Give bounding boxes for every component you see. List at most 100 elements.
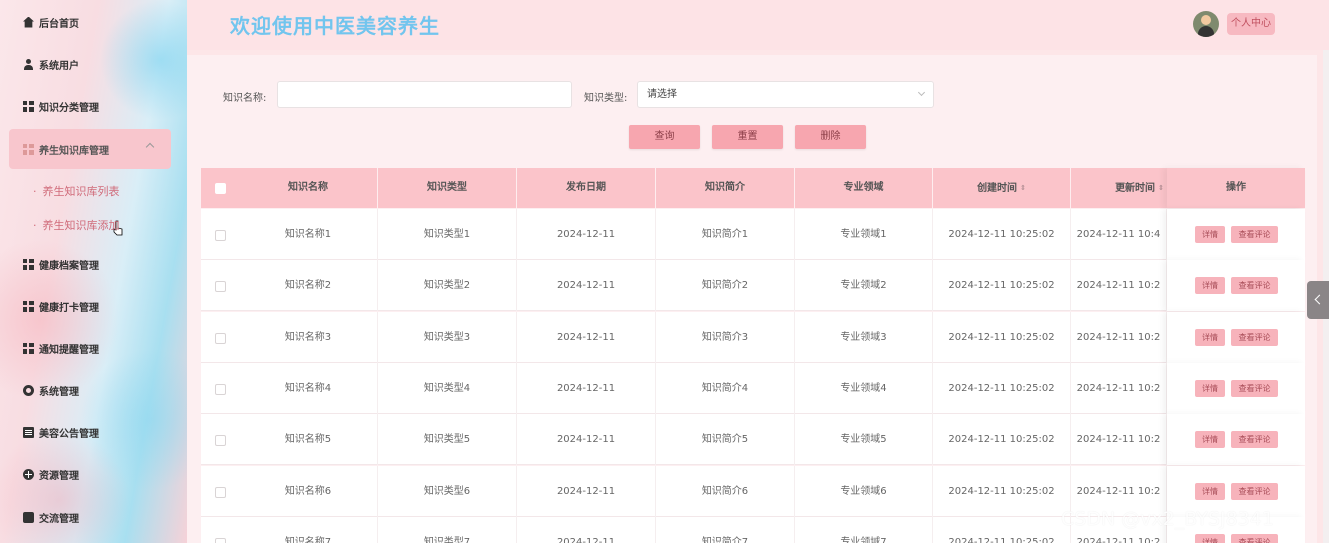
type-filter-label: 知识类型: (584, 93, 628, 104)
sidebar-item-label: 系统管理 (39, 386, 79, 398)
sidebar-item-communication[interactable]: 交流管理 (0, 497, 187, 537)
cell-field: 专业领域6 (795, 465, 933, 517)
submenu-item-knowledge-add[interactable]: 养生知识库添加 (33, 217, 120, 233)
chevron-up-icon (145, 142, 155, 152)
cell-created: 2024-12-11 10:25:02 (933, 414, 1071, 466)
row-checkbox[interactable] (215, 230, 226, 241)
cell-created: 2024-12-11 10:25:02 (933, 260, 1071, 312)
delete-button[interactable]: 删除 (795, 125, 866, 149)
cell-ops: 详情 查看评论 (1167, 414, 1305, 466)
column-header-ops: 操作 (1167, 168, 1305, 208)
name-search-input[interactable] (277, 81, 572, 108)
table-row: 知识名称1 知识类型1 2024-12-11 知识简介1 专业领域1 2024-12-11… (201, 209, 1305, 260)
cell-updated: 2024-12-11 10:2 (1071, 311, 1167, 363)
cell-type: 知识类型7 (378, 516, 517, 543)
cell-type: 知识类型1 (378, 209, 517, 260)
grid-icon (23, 300, 34, 312)
collapse-panel-button[interactable] (1307, 281, 1329, 319)
detail-button[interactable]: 详情 (1195, 533, 1225, 543)
cell-name: 知识名称1 (239, 209, 378, 260)
sort-icon: ⇕ (1158, 184, 1164, 192)
cell-name: 知识名称5 (239, 414, 378, 466)
sidebar-item-system-settings[interactable]: 系统管理 (0, 370, 187, 410)
row-checkbox[interactable] (215, 537, 226, 543)
cell-created: 2024-12-11 10:25:02 (933, 311, 1071, 363)
view-comments-button[interactable]: 查看评论 (1231, 226, 1278, 243)
sidebar-item-announcements[interactable]: 美容公告管理 (0, 412, 187, 452)
sidebar-item-home[interactable]: 后台首页 (0, 2, 187, 42)
sidebar-item-notifications[interactable]: 通知提醒管理 (0, 328, 187, 368)
cell-updated: 2024-12-11 10:2 (1071, 414, 1167, 466)
cell-intro: 知识简介7 (656, 516, 795, 543)
sidebar-item-health-checkin[interactable]: 健康打卡管理 (0, 286, 187, 326)
row-checkbox[interactable] (215, 435, 226, 447)
table-row: 知识名称4 知识类型4 2024-12-11 知识简介4 专业领域4 2024-12-11… (201, 362, 1305, 414)
user-center-button[interactable]: 个人中心 (1227, 13, 1275, 35)
cell-ops: 详情 查看评论 (1167, 260, 1305, 312)
sidebar-item-label: 通知提醒管理 (39, 344, 99, 356)
submenu-item-knowledge-list[interactable]: 养生知识库列表 (33, 183, 120, 199)
cell-created: 2024-12-11 10:25:02 (933, 362, 1071, 414)
cell-updated: 2024-12-11 10:2 (1071, 362, 1167, 414)
detail-button[interactable]: 详情 (1195, 226, 1225, 243)
sidebar-item-health-knowledge[interactable]: 养生知识库管理 (9, 129, 171, 169)
table-row: 知识名称3 知识类型3 2024-12-11 知识简介3 专业领域3 2024-12-11… (201, 311, 1305, 363)
table-row: 知识名称2 知识类型2 2024-12-11 知识简介2 专业领域2 2024-12-11… (201, 260, 1305, 312)
select-all-checkbox[interactable] (215, 183, 226, 194)
cell-date: 2024-12-11 (517, 516, 656, 543)
cell-ops: 详情 查看评论 (1167, 209, 1305, 260)
sidebar-item-label: 健康打卡管理 (39, 302, 99, 314)
table-row: 知识名称5 知识类型5 2024-12-11 知识简介5 专业领域5 2024-12-11… (201, 414, 1305, 466)
row-checkbox[interactable] (215, 332, 226, 344)
view-comments-button[interactable]: 查看评论 (1231, 482, 1278, 500)
column-header-created[interactable]: 创建时间 ⇕ (933, 168, 1071, 208)
main-area: 欢迎使用中医美容养生 个人中心 知识名称: 知识类型: 请选择 查询 重置 删除… (187, 0, 1329, 543)
query-button[interactable]: 查询 (629, 125, 700, 149)
detail-button[interactable]: 详情 (1195, 277, 1225, 295)
page-title: 欢迎使用中医美容养生 (230, 14, 440, 38)
view-comments-button[interactable]: 查看评论 (1231, 379, 1278, 397)
sidebar-item-system-users[interactable]: 系统用户 (0, 44, 187, 84)
sidebar-item-label: 交流管理 (39, 513, 79, 525)
cell-type: 知识类型2 (378, 260, 517, 312)
cell-updated: 2024-12-11 10:2 (1071, 260, 1167, 312)
grid-icon (23, 258, 34, 270)
avatar[interactable] (1193, 11, 1219, 37)
sidebar-item-resources[interactable]: 资源管理 (0, 454, 187, 494)
cell-date: 2024-12-11 (517, 465, 656, 517)
sidebar-item-label: 知识分类管理 (39, 102, 99, 114)
view-comments-button[interactable]: 查看评论 (1231, 533, 1278, 543)
sidebar-item-label: 美容公告管理 (39, 428, 99, 440)
plus-circle-icon (23, 468, 34, 480)
cell-field: 专业领域7 (795, 516, 933, 543)
cell-name: 知识名称6 (239, 465, 378, 517)
reset-button[interactable]: 重置 (712, 125, 783, 149)
grid-icon (23, 143, 34, 155)
sidebar-item-label: 系统用户 (39, 60, 79, 72)
view-comments-button[interactable]: 查看评论 (1231, 328, 1278, 346)
detail-button[interactable]: 详情 (1195, 379, 1225, 397)
cell-field: 专业领域1 (795, 209, 933, 260)
cell-type: 知识类型3 (378, 311, 517, 363)
cell-date: 2024-12-11 (517, 209, 656, 260)
cell-field: 专业领域3 (795, 311, 933, 363)
detail-button[interactable]: 详情 (1195, 431, 1225, 449)
row-checkbox[interactable] (215, 281, 226, 293)
detail-button[interactable]: 详情 (1195, 328, 1225, 346)
view-comments-button[interactable]: 查看评论 (1231, 431, 1278, 449)
type-select[interactable]: 请选择 (637, 81, 934, 108)
sidebar-item-health-records[interactable]: 健康档案管理 (0, 244, 187, 284)
watermark: CSDN @vx2_BYSJ8341 (1061, 508, 1274, 530)
row-checkbox[interactable] (215, 383, 226, 395)
cell-ops: 详情 查看评论 (1167, 311, 1305, 363)
row-checkbox[interactable] (215, 486, 226, 498)
cell-date: 2024-12-11 (517, 311, 656, 363)
cell-intro: 知识简介2 (656, 260, 795, 312)
grid-icon (23, 342, 34, 354)
home-icon (23, 16, 34, 28)
user-icon (23, 58, 34, 70)
detail-button[interactable]: 详情 (1195, 482, 1225, 500)
sort-icon: ⇕ (1020, 184, 1026, 192)
sidebar-item-knowledge-category[interactable]: 知识分类管理 (0, 86, 187, 126)
view-comments-button[interactable]: 查看评论 (1231, 277, 1278, 295)
